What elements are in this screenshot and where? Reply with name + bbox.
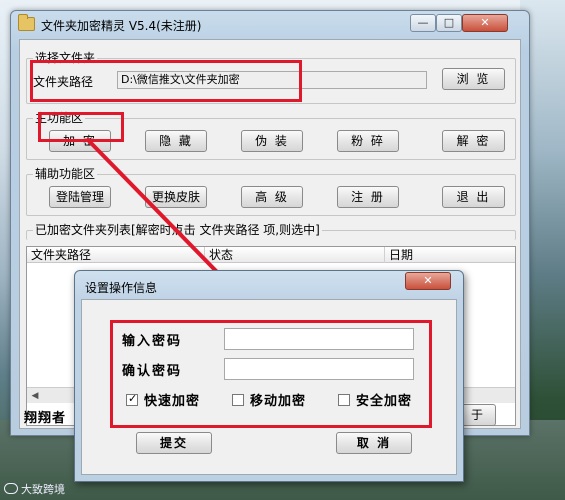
title-bar[interactable]: 文件夹加密精灵 V5.4(未注册) — □ ✕ (11, 11, 529, 39)
column-folder-path[interactable]: 文件夹路径 (27, 247, 205, 263)
close-icon: ✕ (423, 274, 433, 287)
aux-functions-group: 辅助功能区 登陆管理 更换皮肤 高 级 注 册 退 出 (26, 167, 516, 216)
main-functions-group: 主功能区 加 密 隐 藏 伪 装 粉 碎 解 密 (26, 111, 516, 160)
column-status[interactable]: 状态 (205, 247, 385, 263)
dialog-title: 设置操作信息 (85, 281, 158, 295)
group-label-select-folder: 选择文件夹 (33, 51, 98, 65)
close-button[interactable]: ✕ (462, 14, 508, 32)
group-label-encrypted-list: 已加密文件夹列表[解密时点击 文件夹路径 项,则选中] (33, 223, 322, 237)
login-manage-button[interactable]: 登陆管理 (49, 186, 111, 208)
window-title: 文件夹加密精灵 V5.4(未注册) (41, 19, 202, 33)
list-header: 文件夹路径 状态 日期 (27, 247, 515, 263)
cancel-button[interactable]: 取 消 (336, 432, 412, 454)
folder-icon (18, 14, 35, 31)
watermark-text: 大致跨境 (21, 483, 65, 496)
encrypt-button[interactable]: 加 密 (49, 130, 111, 152)
register-button[interactable]: 注 册 (337, 186, 399, 208)
maximize-button[interactable]: □ (436, 14, 462, 32)
disguise-button[interactable]: 伪 装 (241, 130, 303, 152)
change-skin-button[interactable]: 更换皮肤 (145, 186, 207, 208)
folder-path-label: 文件夹路径 (33, 75, 94, 89)
column-date[interactable]: 日期 (385, 247, 517, 263)
submit-button[interactable]: 提交 (136, 432, 212, 454)
settings-dialog: 设置操作信息 ✕ 输入密码 确认密码 快速加密 移动加密 安全加密 提交 取 消 (74, 270, 464, 482)
hide-button[interactable]: 隐 藏 (145, 130, 207, 152)
encrypted-list-group: 已加密文件夹列表[解密时点击 文件夹路径 项,则选中] (26, 223, 516, 240)
group-label-aux-functions: 辅助功能区 (33, 167, 98, 181)
password-label: 输入密码 (122, 334, 183, 349)
exit-button[interactable]: 退 出 (442, 186, 505, 208)
move-encrypt-checkbox[interactable] (232, 394, 244, 406)
secure-encrypt-label: 安全加密 (356, 394, 413, 409)
dialog-client-area: 输入密码 确认密码 快速加密 移动加密 安全加密 提交 取 消 (81, 299, 457, 475)
decrypt-button[interactable]: 解 密 (442, 130, 505, 152)
confirm-password-input[interactable] (224, 358, 414, 380)
about-button[interactable]: 于 (460, 404, 496, 426)
status-text: 翔翔者 (24, 411, 67, 426)
watermark-logo-icon (4, 483, 18, 494)
maximize-icon: □ (443, 16, 455, 29)
shred-button[interactable]: 粉 碎 (337, 130, 399, 152)
advanced-button[interactable]: 高 级 (241, 186, 303, 208)
watermark: 大致跨境 (4, 481, 65, 497)
browse-button[interactable]: 浏 览 (442, 68, 505, 90)
select-folder-group: 选择文件夹 文件夹路径 D:\微信推文\文件夹加密 浏 览 (26, 51, 516, 104)
scroll-left-icon[interactable]: ◀ (27, 388, 43, 404)
confirm-password-label: 确认密码 (122, 364, 183, 379)
group-label-main-functions: 主功能区 (33, 111, 86, 125)
minimize-button[interactable]: — (410, 14, 436, 32)
minimize-icon: — (417, 16, 429, 29)
quick-encrypt-checkbox[interactable] (126, 392, 138, 406)
folder-path-field[interactable]: D:\微信推文\文件夹加密 (117, 71, 427, 89)
quick-encrypt-label: 快速加密 (144, 394, 201, 409)
dialog-close-button[interactable]: ✕ (405, 272, 451, 290)
move-encrypt-label: 移动加密 (250, 394, 307, 409)
close-icon: ✕ (480, 16, 490, 29)
password-input[interactable] (224, 328, 414, 350)
secure-encrypt-checkbox[interactable] (338, 394, 350, 406)
